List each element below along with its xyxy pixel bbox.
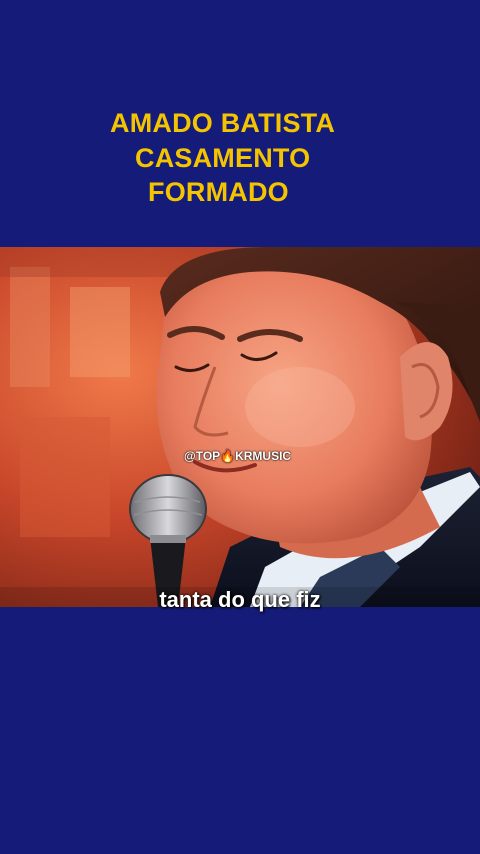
title-block: AMADO BATISTA CASAMENTO FORMADO [0,108,480,218]
title-line-1: AMADO BATISTA [110,108,336,138]
video-post-page: AMADO BATISTA CASAMENTO FORMADO @TOP🔥KRM… [0,0,480,854]
title-line-3: FORMADO [148,177,289,207]
watermark-label: @TOP🔥KRMUSIC [184,449,292,463]
subtitle-caption: tanta do que fiz [159,587,321,612]
video-frame[interactable]: @TOP🔥KRMUSIC [0,247,480,607]
singer-image [0,247,480,607]
title-line-2: CASAMENTO [135,143,311,173]
